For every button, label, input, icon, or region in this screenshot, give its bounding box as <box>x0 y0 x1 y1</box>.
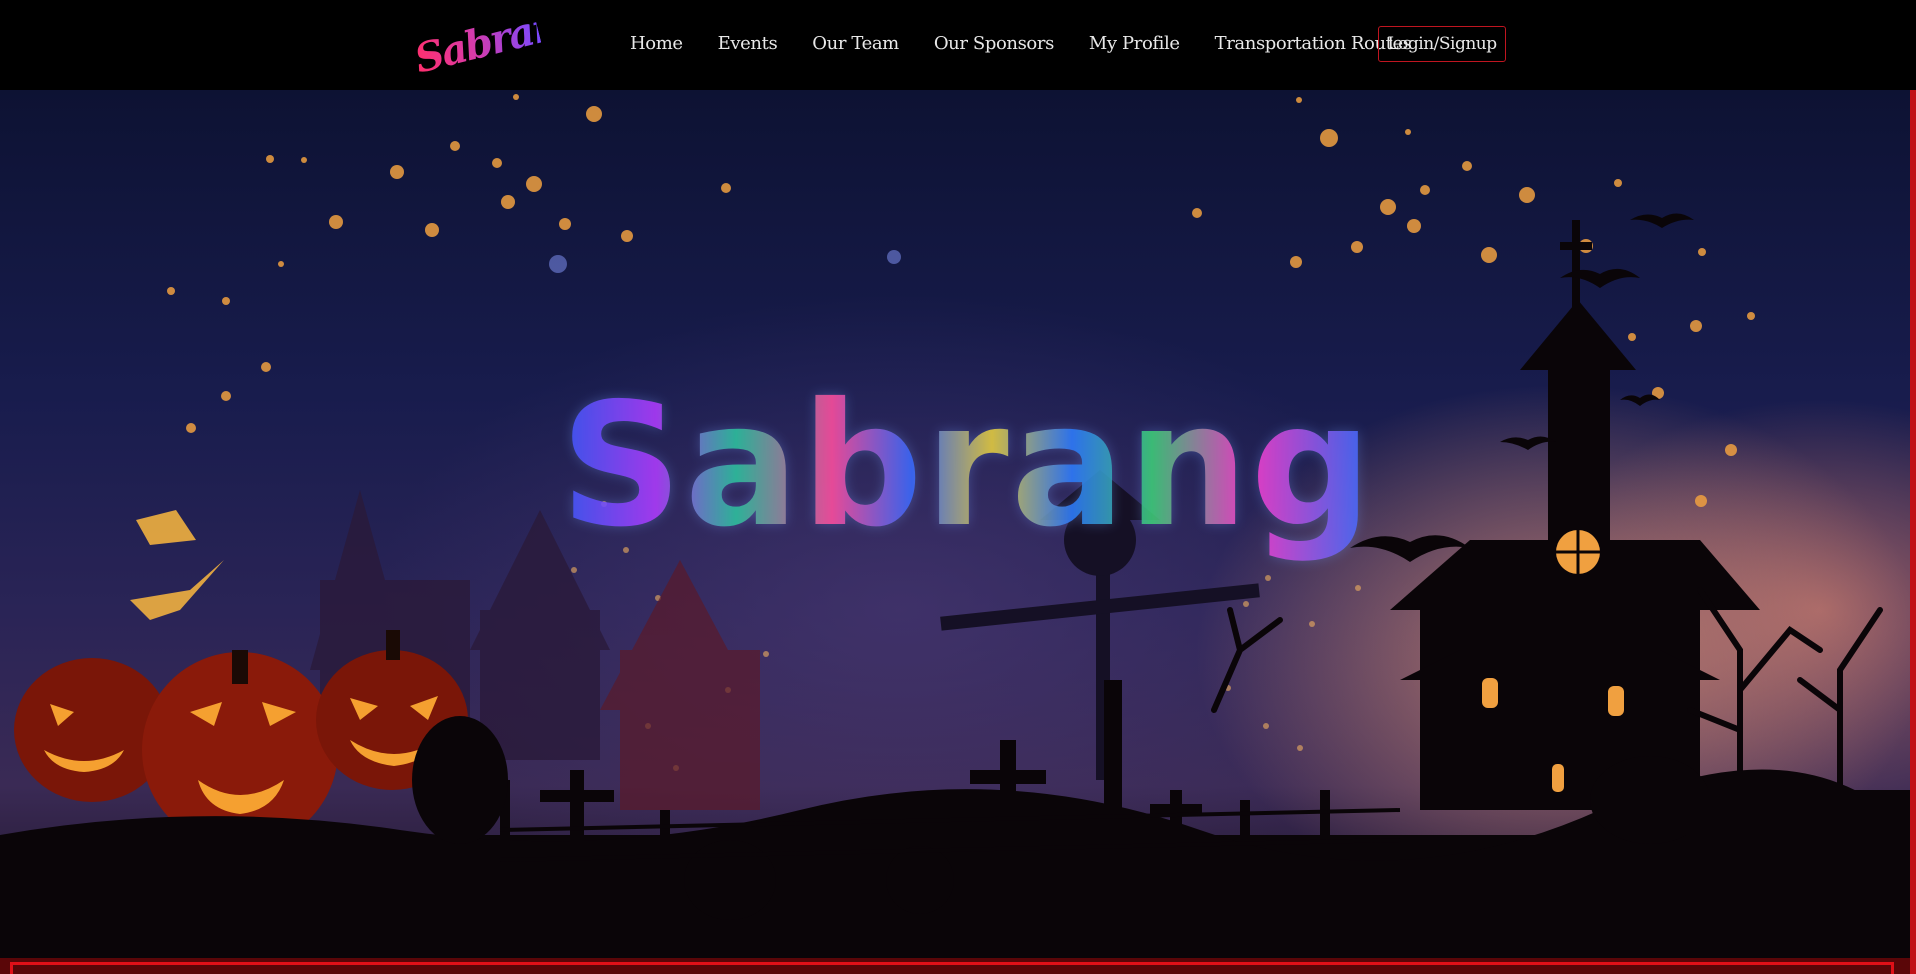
login-signup-button[interactable]: Login/Signup <box>1378 26 1506 62</box>
right-edge-border <box>1910 0 1916 974</box>
hero-section: Sabrang <box>0 90 1910 960</box>
nav-link-events[interactable]: Events <box>718 33 778 54</box>
logo[interactable]: Sabrang <box>408 0 589 92</box>
nav-link-our-sponsors[interactable]: Our Sponsors <box>934 33 1054 54</box>
nav-link-my-profile[interactable]: My Profile <box>1089 33 1180 54</box>
bottom-bar-border <box>10 962 1894 974</box>
nav-links: Home Events Our Team Our Sponsors My Pro… <box>630 0 1447 86</box>
nav-link-home[interactable]: Home <box>630 33 683 54</box>
nav-link-our-team[interactable]: Our Team <box>812 33 899 54</box>
hero-title: Sabrang <box>560 367 1375 565</box>
navbar: Sabrang Home Events Our Team Our Sponsor… <box>0 0 1916 90</box>
